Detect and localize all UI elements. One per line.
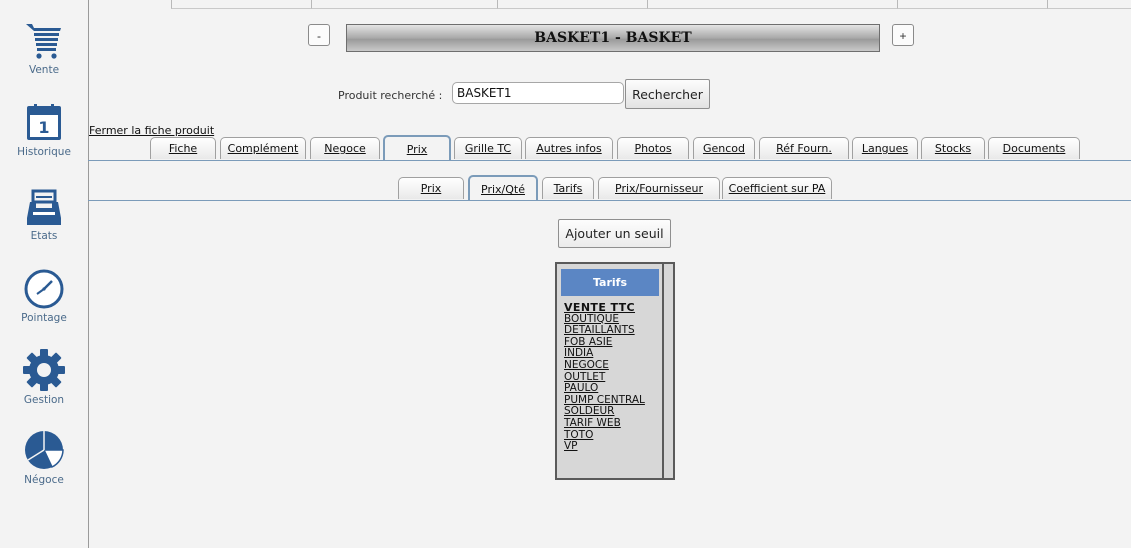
tarifs-header: Tarifs (561, 269, 659, 296)
tab-ref-fourn[interactable]: Réf Fourn. (759, 137, 849, 159)
product-title-bar: BASKET1 - BASKET (346, 24, 880, 52)
sidebar-label-pointage: Pointage (21, 312, 67, 324)
subtab-tarifs[interactable]: Tarifs (542, 177, 594, 199)
calendar-day-number: 1 (38, 118, 49, 137)
tab-prix[interactable]: Prix (383, 135, 451, 161)
sidebar-item-pointage[interactable]: Pointage (0, 268, 88, 324)
sidebar-label-negoce: Négoce (24, 474, 64, 486)
subtab-prix[interactable]: Prix (398, 177, 464, 199)
previous-product-button[interactable]: - (308, 24, 330, 46)
tab-stocks[interactable]: Stocks (921, 137, 985, 159)
next-product-button[interactable]: + (892, 24, 914, 46)
sidebar-item-etats[interactable]: Etats (0, 188, 88, 242)
calendar-icon: 1 (27, 104, 61, 140)
subtab-coefficient-sur-pa[interactable]: Coefficient sur PA (722, 177, 832, 199)
pie-chart-icon (25, 431, 64, 469)
sub-tabs-divider (88, 200, 1131, 201)
add-threshold-button[interactable]: Ajouter un seuil (558, 219, 671, 248)
cart-icon (26, 24, 61, 59)
tab-fiche[interactable]: Fiche (150, 137, 216, 159)
tab-grille-tc[interactable]: Grille TC (454, 137, 522, 159)
inbox-tray-icon (27, 189, 61, 225)
tarif-item-vente-ttc[interactable]: VENTE TTC (564, 302, 664, 314)
tarif-item-vp[interactable]: VP (564, 441, 664, 453)
close-product-sheet-link[interactable]: Fermer la fiche produit (89, 124, 214, 137)
subtab-prix-fournisseur[interactable]: Prix/Fournisseur (598, 177, 720, 199)
tab-langues[interactable]: Langues (852, 137, 918, 159)
tarifs-list: VENTE TTC BOUTIQUE DETAILLANTS FOB ASIE … (564, 302, 664, 453)
tab-photos[interactable]: Photos (617, 137, 689, 159)
search-label: Produit recherché : (338, 89, 443, 102)
clock-icon (24, 269, 64, 309)
top-tab-remnants (90, 0, 1131, 10)
tab-negoce[interactable]: Negoce (310, 137, 380, 159)
sidebar-item-historique[interactable]: 1 Historique (0, 104, 88, 158)
tarif-item-paulo[interactable]: PAULO (564, 383, 664, 395)
sidebar-item-gestion[interactable]: Gestion (0, 348, 88, 406)
sidebar-item-negoce[interactable]: Négoce (0, 428, 88, 486)
tarif-item-tarif-web[interactable]: TARIF WEB (564, 417, 664, 430)
tarifs-panel: Tarifs VENTE TTC BOUTIQUE DETAILLANTS FO… (555, 262, 675, 480)
subtab-prix-qte[interactable]: Prix/Qté (468, 175, 538, 201)
tarif-item-toto[interactable]: TOTO (564, 429, 664, 442)
tab-gencod[interactable]: Gencod (693, 137, 755, 159)
tab-documents[interactable]: Documents (988, 137, 1080, 159)
sidebar-item-vente[interactable]: Vente (0, 20, 88, 76)
tab-autres-infos[interactable]: Autres infos (525, 137, 613, 159)
product-search-input[interactable] (452, 82, 624, 104)
tab-complement[interactable]: Complément (220, 137, 306, 159)
sidebar-label-vente: Vente (28, 64, 60, 76)
sidebar: Vente 1 Historique Etats Pointage Gestio… (0, 0, 89, 548)
sidebar-label-historique: Historique (17, 146, 71, 158)
sidebar-label-gestion: Gestion (23, 394, 65, 406)
search-button[interactable]: Rechercher (625, 79, 710, 109)
main-tabs-divider (88, 160, 1131, 161)
gear-icon (23, 349, 65, 391)
sidebar-label-etats: Etats (30, 230, 58, 242)
tarifs-list-pane: Tarifs VENTE TTC BOUTIQUE DETAILLANTS FO… (557, 264, 664, 478)
tarif-item-negoce[interactable]: NEGOCE (564, 359, 664, 372)
